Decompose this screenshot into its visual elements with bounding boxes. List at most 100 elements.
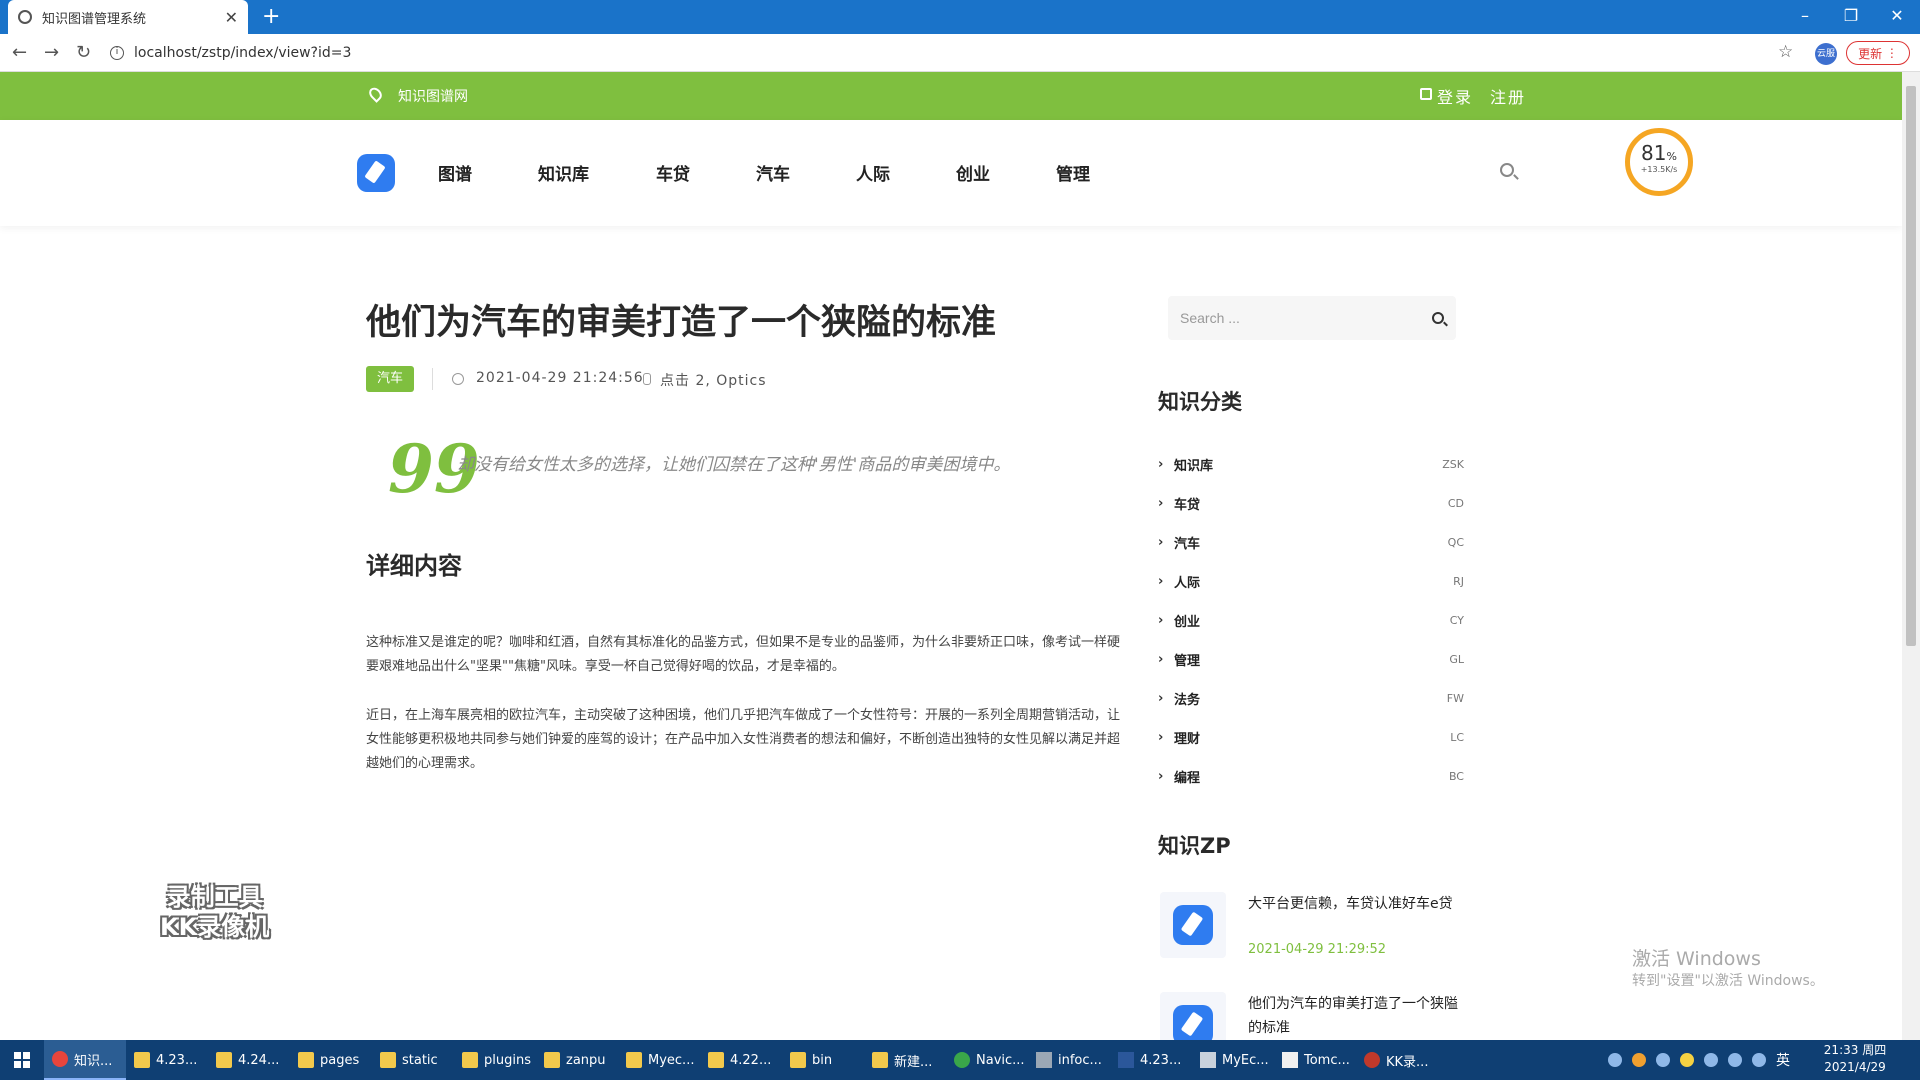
section-title: 详细内容 xyxy=(366,552,462,580)
reload-button[interactable]: ↻ xyxy=(76,42,91,63)
post-title[interactable]: 大平台更信赖，车贷认准好车e贷 xyxy=(1248,892,1460,916)
restore-button[interactable]: ❐ xyxy=(1828,0,1874,30)
tray-icon[interactable] xyxy=(1608,1053,1622,1067)
nav-item-relations[interactable]: 人际 xyxy=(856,160,890,185)
extension-avatar[interactable]: 云服 xyxy=(1815,43,1837,65)
taskbar-item[interactable]: zanpu xyxy=(536,1040,618,1080)
address-bar: ← → ↻ i localhost/zstp/index/view?id=3 ☆… xyxy=(0,34,1920,72)
minimize-button[interactable]: – xyxy=(1782,0,1828,30)
nav-item-graph[interactable]: 图谱 xyxy=(438,160,472,185)
nav-item-management[interactable]: 管理 xyxy=(1056,160,1090,185)
back-button[interactable]: ← xyxy=(12,42,27,63)
info-icon[interactable]: i xyxy=(110,46,124,60)
tray-icon[interactable] xyxy=(1632,1053,1646,1067)
tray-icon[interactable] xyxy=(1656,1053,1670,1067)
windows-logo-icon xyxy=(14,1052,30,1068)
url-field[interactable]: i localhost/zstp/index/view?id=3 xyxy=(110,40,1770,66)
category-item[interactable]: › 创业 CY xyxy=(1158,601,1464,640)
sidebar-search-input[interactable] xyxy=(1180,310,1432,326)
post-thumbnail[interactable] xyxy=(1160,992,1226,1040)
site-logo[interactable] xyxy=(357,154,395,192)
taskbar-item[interactable]: plugins xyxy=(454,1040,536,1080)
category-item[interactable]: › 汽车 QC xyxy=(1158,523,1464,562)
taskbar-item[interactable]: static xyxy=(372,1040,454,1080)
browser-tab[interactable]: 知识图谱管理系统 ✕ xyxy=(8,0,248,34)
list-item[interactable]: 他们为汽车的审美打造了一个狭隘的标准 xyxy=(1160,992,1460,1040)
category-item[interactable]: › 知识库 ZSK xyxy=(1158,445,1464,484)
lock-icon xyxy=(1420,88,1432,100)
nav-item-car-loan[interactable]: 车贷 xyxy=(656,160,690,185)
folder-icon xyxy=(462,1052,478,1068)
category-tag[interactable]: 汽车 xyxy=(366,366,414,392)
chevron-right-icon: › xyxy=(1158,730,1164,745)
login-link[interactable]: 登录 xyxy=(1437,84,1473,108)
category-item[interactable]: › 管理 GL xyxy=(1158,640,1464,679)
taskbar-item[interactable]: bin xyxy=(782,1040,864,1080)
category-item[interactable]: › 车贷 CD xyxy=(1158,484,1464,523)
ime-indicator[interactable]: 英 xyxy=(1776,1050,1790,1070)
network-speed-gauge[interactable]: 81% +13.5K/s xyxy=(1625,128,1693,196)
chrome-icon xyxy=(52,1051,68,1067)
category-list: › 知识库 ZSK › 车贷 CD › 汽车 QC › 人际 RJ › 创业 CY › 管理 GL › 法… xyxy=(1158,445,1464,796)
site-brand-link[interactable]: 知识图谱网 xyxy=(398,86,468,106)
recorder-watermark: 录制工具 KK录像机 xyxy=(160,883,270,941)
tab-title: 知识图谱管理系统 xyxy=(42,11,147,27)
tab-close-icon[interactable]: ✕ xyxy=(225,8,238,27)
windows-activation-title: 激活 Windows xyxy=(1632,948,1761,970)
taskbar-item[interactable]: infoc... xyxy=(1028,1040,1110,1080)
bookmark-star-icon[interactable]: ☆ xyxy=(1778,42,1793,62)
chevron-right-icon: › xyxy=(1158,652,1164,667)
logo-icon xyxy=(1173,1005,1213,1040)
page-scrollbar[interactable] xyxy=(1902,72,1920,1040)
taskbar-item[interactable]: pages xyxy=(290,1040,372,1080)
user-icon xyxy=(643,373,651,385)
taskbar-item[interactable]: 4.23... xyxy=(1110,1040,1192,1080)
volume-icon[interactable] xyxy=(1752,1053,1766,1067)
taskbar-clock[interactable]: 21:33 周四 2021/4/29 xyxy=(1800,1042,1910,1076)
post-date: 2021-04-29 21:29:52 xyxy=(1248,942,1387,957)
close-window-button[interactable]: ✕ xyxy=(1874,0,1920,30)
taskbar-item[interactable]: 4.24... xyxy=(208,1040,290,1080)
tomcat-icon xyxy=(1282,1052,1298,1068)
update-label: 更新 xyxy=(1858,46,1883,61)
logo-icon xyxy=(1173,905,1213,945)
tray-icon[interactable] xyxy=(1680,1053,1694,1067)
taskbar-item[interactable]: 新建... xyxy=(864,1040,946,1080)
nav-item-car[interactable]: 汽车 xyxy=(756,160,790,185)
chevron-right-icon: › xyxy=(1158,496,1164,511)
taskbar-item[interactable]: Myec... xyxy=(618,1040,700,1080)
list-item[interactable]: 大平台更信赖，车贷认准好车e贷 2021-04-29 21:29:52 xyxy=(1160,892,1460,982)
taskbar-item[interactable]: Tomc... xyxy=(1274,1040,1356,1080)
taskbar-item[interactable]: KK录... xyxy=(1356,1040,1438,1080)
category-item[interactable]: › 理财 LC xyxy=(1158,718,1464,757)
category-item[interactable]: › 法务 FW xyxy=(1158,679,1464,718)
update-button[interactable]: 更新 ⋮ xyxy=(1846,41,1910,65)
location-pin-icon xyxy=(366,85,385,103)
tray-icon[interactable] xyxy=(1704,1053,1718,1067)
scrollbar-thumb[interactable] xyxy=(1906,86,1916,646)
taskbar-item[interactable]: MyEc... xyxy=(1192,1040,1274,1080)
taskbar-item[interactable]: Navic... xyxy=(946,1040,1028,1080)
folder-icon xyxy=(380,1052,396,1068)
start-button[interactable] xyxy=(0,1040,44,1080)
category-item[interactable]: › 编程 BC xyxy=(1158,757,1464,796)
chevron-right-icon: › xyxy=(1158,457,1164,472)
post-thumbnail[interactable] xyxy=(1160,892,1226,958)
search-icon[interactable] xyxy=(1432,312,1444,324)
taskbar-item[interactable]: 知识... xyxy=(44,1040,126,1080)
post-title[interactable]: 他们为汽车的审美打造了一个狭隘的标准 xyxy=(1248,992,1460,1040)
folder-icon xyxy=(872,1052,888,1068)
kk-recorder-icon xyxy=(1364,1052,1380,1068)
taskbar-item[interactable]: 4.23... xyxy=(126,1040,208,1080)
nav-item-startup[interactable]: 创业 xyxy=(956,160,990,185)
search-icon[interactable] xyxy=(1500,163,1514,177)
chevron-right-icon: › xyxy=(1158,535,1164,550)
register-link[interactable]: 注册 xyxy=(1490,84,1526,108)
forward-button[interactable]: → xyxy=(44,42,59,63)
chevron-right-icon: › xyxy=(1158,613,1164,628)
network-icon[interactable] xyxy=(1728,1053,1742,1067)
category-item[interactable]: › 人际 RJ xyxy=(1158,562,1464,601)
new-tab-button[interactable]: + xyxy=(262,4,280,29)
taskbar-item[interactable]: 4.22... xyxy=(700,1040,782,1080)
nav-item-knowledge-base[interactable]: 知识库 xyxy=(538,160,589,185)
